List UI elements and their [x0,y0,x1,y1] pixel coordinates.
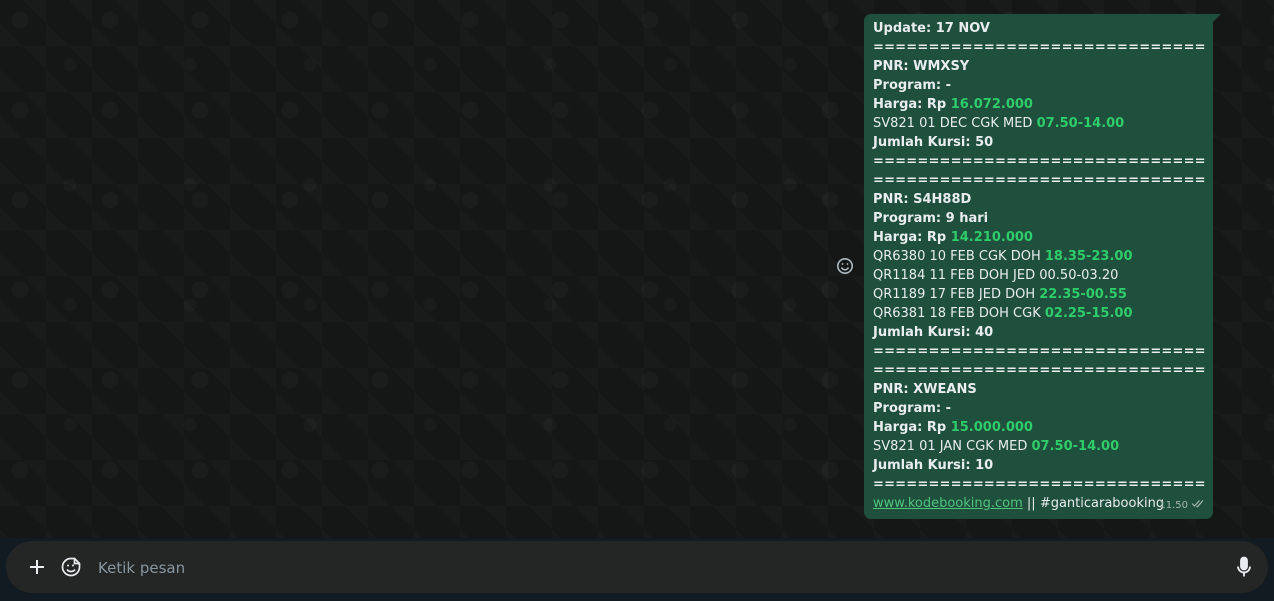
flight-line: SV821 01 JAN CGK MED 07.50-14.00 [873,437,1205,456]
separator-line: ============================== [873,154,1206,169]
flight-time: 07.50-14.00 [1036,116,1125,131]
hashtag-text: || #ganticarabooking [1022,496,1165,511]
double-check-icon [1191,496,1205,515]
harga-value: 16.072.000 [950,97,1033,112]
message-time: 11.50 [1159,500,1188,511]
mic-icon[interactable] [1230,553,1258,581]
update-line: Update: 17 NOV [873,21,990,36]
harga-value: 14.210.000 [950,230,1033,245]
program-line: Program: - [873,401,952,416]
plus-icon[interactable] [23,553,51,581]
kursi-line: Jumlah Kursi: 40 [873,325,994,340]
flight-text: QR6381 18 FEB DOH CGK [873,306,1045,321]
harga-line: Harga: Rp 14.210.000 [873,228,1205,247]
message-body: ============================== PNR: WMXSY… [873,38,1206,494]
harga-label: Harga: Rp [873,230,951,245]
kursi-line: Jumlah Kursi: 50 [873,135,994,150]
flight-text: QR1184 11 FEB DOH JED [873,268,1040,283]
link-line: www.kodebooking.com || #ganticarabooking [873,494,1205,513]
message-meta: 11.50 [1159,496,1205,515]
harga-value: 15.000.000 [950,420,1033,435]
flight-text: QR1189 17 FEB JED DOH [873,287,1040,302]
flight-time: 22.35-00.55 [1039,287,1127,302]
harga-line: Harga: Rp 15.000.000 [873,418,1205,437]
flight-time: 00.50-03.20 [1039,268,1119,283]
flight-line: QR1184 11 FEB DOH JED 00.50-03.20 [873,266,1205,285]
sticker-icon[interactable] [57,553,85,581]
separator-line: ============================== [873,363,1206,378]
reaction-smiley-icon[interactable] [836,257,854,275]
chat-area: Update: 17 NOV =========================… [0,0,1274,538]
outgoing-message-bubble[interactable]: Update: 17 NOV =========================… [864,14,1221,519]
flight-line: QR1189 17 FEB JED DOH 22.35-00.55 [873,285,1205,304]
flight-line: SV821 01 DEC CGK MED 07.50-14.00 [873,114,1205,133]
pnr-line: PNR: WMXSY [873,59,970,74]
flight-time: 02.25-15.00 [1044,306,1133,321]
compose-bar [6,541,1268,593]
separator-line: ============================== [873,344,1206,359]
harga-label: Harga: Rp [873,420,951,435]
harga-label: Harga: Rp [873,97,951,112]
pnr-line: PNR: XWEANS [873,382,977,397]
flight-text: SV821 01 JAN CGK MED [873,439,1032,454]
kursi-line: Jumlah Kursi: 10 [873,458,994,473]
flight-time: 18.35-23.00 [1044,249,1133,264]
harga-line: Harga: Rp 16.072.000 [873,95,1205,114]
pnr-line: PNR: S4H88D [873,192,972,207]
flight-time: 07.50-14.00 [1031,439,1120,454]
program-line: Program: 9 hari [873,211,989,226]
program-line: Program: - [873,78,952,93]
website-link[interactable]: www.kodebooking.com [873,496,1023,511]
flight-text: QR6380 10 FEB CGK DOH [873,249,1045,264]
flight-line: QR6381 18 FEB DOH CGK 02.25-15.00 [873,304,1205,323]
message-input[interactable] [96,550,1220,586]
separator-line: ============================== [873,40,1206,55]
separator-line: ============================== [873,173,1206,188]
separator-line: ============================== [873,477,1206,492]
flight-text: SV821 01 DEC CGK MED [873,116,1037,131]
flight-line: QR6380 10 FEB CGK DOH 18.35-23.00 [873,247,1205,266]
